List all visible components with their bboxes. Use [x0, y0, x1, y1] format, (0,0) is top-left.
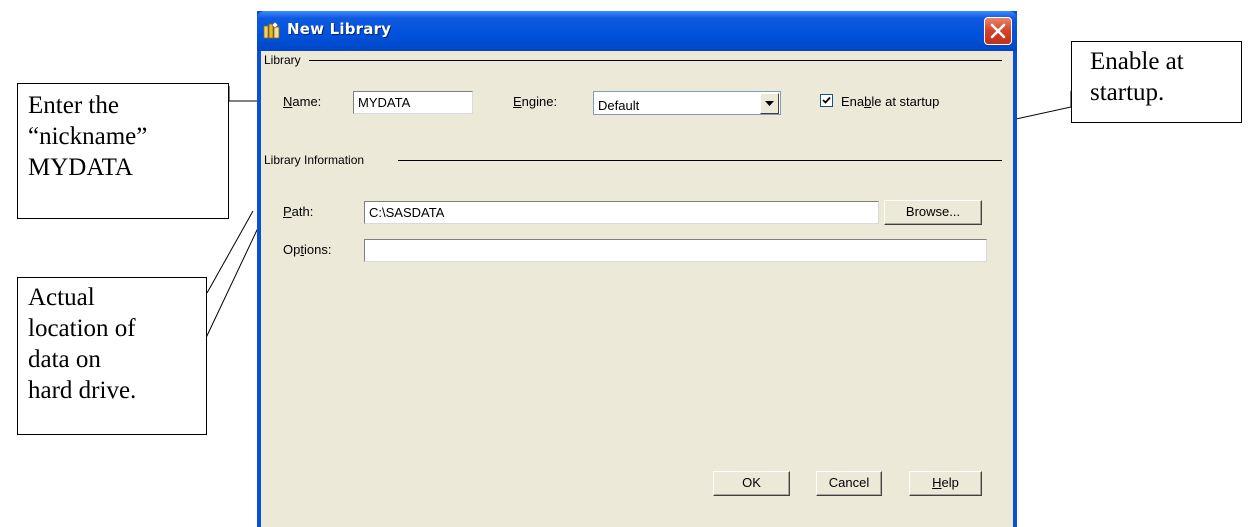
close-icon: [990, 23, 1006, 39]
engine-label: Engine:: [513, 94, 558, 109]
path-label: Path:: [283, 204, 314, 219]
new-library-dialog: New Library Library Name: MYDATA Engine:…: [257, 11, 1017, 527]
cancel-button[interactable]: Cancel: [816, 471, 882, 496]
library-group-line: [309, 60, 1002, 61]
ok-button[interactable]: OK: [713, 471, 790, 496]
engine-select-value: Default: [598, 98, 640, 113]
callout-location: Actual location of data on hard drive.: [17, 277, 207, 435]
callout-startup-line-2: startup.: [1090, 79, 1165, 106]
callout-location-line-2: location of: [28, 315, 136, 342]
engine-dropdown-button[interactable]: [760, 93, 779, 114]
name-input[interactable]: MYDATA: [353, 91, 473, 114]
dialog-body: Library Name: MYDATA Engine: Default Ena…: [261, 51, 1013, 527]
name-label: Name:: [283, 94, 322, 109]
callout-location-line-1: Actual: [28, 284, 95, 311]
enable-at-startup-label[interactable]: Enable at startup: [841, 94, 939, 109]
callout-nickname-line-1: Enter the: [28, 92, 119, 119]
browse-button[interactable]: Browse...: [884, 200, 982, 225]
title-bar[interactable]: New Library: [257, 11, 1017, 51]
library-icon: [263, 21, 280, 39]
callout-location-line-4: hard drive.: [28, 377, 137, 404]
chevron-down-icon: [765, 101, 774, 106]
library-group-label: Library: [264, 53, 303, 67]
help-button[interactable]: Help: [909, 471, 982, 496]
callout-nickname-line-2: “nickname”: [28, 123, 148, 150]
library-info-group-label: Library Information: [264, 153, 367, 167]
close-button[interactable]: [984, 17, 1012, 45]
enable-at-startup-checkbox[interactable]: [820, 94, 833, 107]
options-input[interactable]: [364, 239, 987, 262]
window-title: New Library: [287, 20, 392, 38]
callout-startup-line-1: Enable at: [1090, 48, 1184, 75]
path-input[interactable]: C:\SASDATA: [364, 201, 879, 224]
engine-select[interactable]: Default: [593, 91, 781, 115]
library-info-group-line: [398, 160, 1002, 161]
callout-location-line-3: data on: [28, 346, 101, 373]
callout-nickname-line-3: MYDATA: [28, 154, 133, 181]
callout-startup: Enable at startup.: [1071, 41, 1242, 123]
callout-nickname: Enter the “nickname” MYDATA: [17, 83, 229, 219]
options-label: Options:: [283, 242, 332, 257]
check-icon: [822, 96, 831, 104]
